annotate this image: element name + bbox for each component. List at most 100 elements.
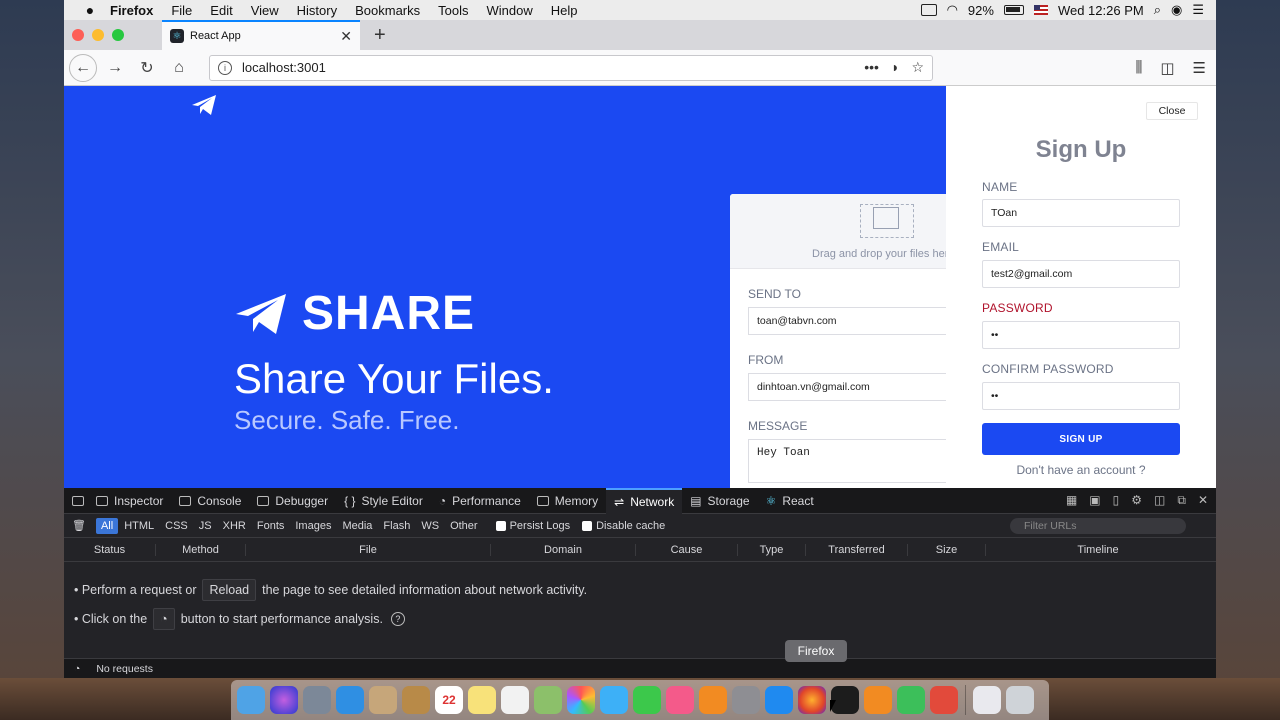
performance-analysis-icon[interactable]: ◔ bbox=[74, 663, 80, 675]
col-timeline[interactable]: Timeline bbox=[986, 544, 1210, 556]
col-cause[interactable]: Cause bbox=[636, 543, 738, 556]
persist-logs-checkbox[interactable]: Persist Logs bbox=[495, 520, 570, 532]
menu-help[interactable]: Help bbox=[542, 3, 587, 18]
dock-side-icon[interactable]: ◫ bbox=[1154, 493, 1165, 508]
menu-bookmarks[interactable]: Bookmarks bbox=[346, 3, 429, 18]
col-size[interactable]: Size bbox=[908, 543, 986, 556]
persist-logs-box[interactable] bbox=[495, 520, 506, 531]
input-source-flag-icon[interactable] bbox=[1033, 5, 1048, 15]
tab-inspector[interactable]: Inspector bbox=[88, 488, 171, 514]
filter-fonts[interactable]: Fonts bbox=[252, 518, 290, 534]
menu-history[interactable]: History bbox=[288, 3, 346, 18]
filter-media[interactable]: Media bbox=[337, 518, 377, 534]
tab-memory[interactable]: Memory bbox=[529, 488, 606, 514]
close-window-button[interactable] bbox=[72, 29, 84, 41]
url-text[interactable]: localhost:3001 bbox=[242, 60, 864, 75]
disable-cache-box[interactable] bbox=[582, 520, 593, 531]
col-domain[interactable]: Domain bbox=[491, 543, 636, 556]
forward-arrow-icon[interactable]: → bbox=[101, 54, 129, 82]
disable-cache-checkbox[interactable]: Disable cache bbox=[582, 520, 665, 532]
filter-images[interactable]: Images bbox=[290, 518, 336, 534]
preview-icon[interactable] bbox=[369, 686, 397, 714]
battery-icon[interactable] bbox=[1003, 5, 1024, 15]
element-picker-icon[interactable] bbox=[72, 495, 84, 506]
contacts-icon[interactable] bbox=[402, 686, 430, 714]
new-tab-icon[interactable]: + bbox=[374, 24, 386, 47]
siri-dock-icon[interactable] bbox=[270, 686, 298, 714]
menu-tools[interactable]: Tools bbox=[429, 3, 477, 18]
tab-style-editor[interactable]: { } Style Editor bbox=[336, 488, 431, 514]
home-icon[interactable]: ⌂ bbox=[165, 54, 193, 82]
col-status[interactable]: Status bbox=[64, 543, 156, 556]
menu-file[interactable]: File bbox=[162, 3, 201, 18]
hamburger-menu-icon[interactable]: ☰ bbox=[1193, 59, 1206, 77]
from-input[interactable]: dinhtoan.vn@gmail.com bbox=[748, 373, 946, 401]
site-info-icon[interactable]: i bbox=[218, 60, 232, 75]
launchpad-icon[interactable] bbox=[303, 686, 331, 714]
trash-icon[interactable] bbox=[1006, 686, 1034, 714]
bookmark-star-icon[interactable]: ☆ bbox=[911, 59, 924, 76]
frame-select-icon[interactable]: ▦ bbox=[1066, 493, 1077, 508]
filter-js[interactable]: JS bbox=[194, 518, 217, 534]
no-account-link[interactable]: Don't have an account ? bbox=[946, 463, 1216, 477]
minimize-window-button[interactable] bbox=[92, 29, 104, 41]
notification-center-icon[interactable]: ☰ bbox=[1192, 2, 1204, 18]
filter-ws[interactable]: WS bbox=[416, 518, 444, 534]
sidebar-icon[interactable]: ◫ bbox=[1160, 59, 1174, 77]
filter-css[interactable]: CSS bbox=[160, 518, 193, 534]
col-type[interactable]: Type bbox=[738, 543, 806, 556]
email-input[interactable]: test2@gmail.com bbox=[982, 260, 1180, 288]
filter-xhr[interactable]: XHR bbox=[218, 518, 251, 534]
menu-app-name[interactable]: Firefox bbox=[104, 3, 162, 18]
sketch-tool-icon[interactable] bbox=[930, 686, 958, 714]
zoom-window-button[interactable] bbox=[112, 29, 124, 41]
close-signup-button[interactable]: Close bbox=[1146, 102, 1198, 120]
message-textarea[interactable]: Hey Toan bbox=[748, 439, 946, 483]
browser-tab[interactable]: ⚛ React App ✕ bbox=[162, 20, 360, 50]
tab-storage[interactable]: ▤ Storage bbox=[682, 488, 757, 514]
filter-html[interactable]: HTML bbox=[119, 518, 159, 534]
reload-icon[interactable]: ↻ bbox=[133, 54, 161, 82]
settings-gear-icon[interactable]: ⚙ bbox=[1131, 493, 1142, 508]
ibooks-icon[interactable] bbox=[699, 686, 727, 714]
menu-clock[interactable]: Wed 12:26 PM bbox=[1058, 3, 1144, 18]
menu-edit[interactable]: Edit bbox=[201, 3, 241, 18]
url-bar[interactable]: i localhost:3001 ••• ◗ ☆ bbox=[209, 54, 933, 81]
separate-window-icon[interactable]: ⧉ bbox=[1177, 493, 1186, 508]
photos-icon[interactable] bbox=[567, 686, 595, 714]
help-icon[interactable]: ? bbox=[390, 612, 405, 626]
android-studio-icon[interactable] bbox=[897, 686, 925, 714]
col-method[interactable]: Method bbox=[156, 543, 246, 556]
screenshot-icon[interactable]: ▯ bbox=[1113, 493, 1120, 508]
messages-icon[interactable] bbox=[600, 686, 628, 714]
apple-menu-icon[interactable]: ● bbox=[76, 2, 104, 18]
clear-trash-icon[interactable]: 🗑 bbox=[72, 519, 86, 532]
close-tab-icon[interactable]: ✕ bbox=[340, 28, 352, 45]
performance-analysis-button[interactable]: ◔ bbox=[153, 608, 175, 630]
password-input[interactable]: •• bbox=[982, 321, 1180, 349]
menu-view[interactable]: View bbox=[242, 3, 288, 18]
safari-icon[interactable] bbox=[336, 686, 364, 714]
app-store-icon[interactable] bbox=[765, 686, 793, 714]
close-devtools-icon[interactable]: ✕ bbox=[1198, 493, 1208, 508]
menu-window[interactable]: Window bbox=[478, 3, 542, 18]
responsive-design-icon[interactable]: ▣ bbox=[1089, 493, 1100, 508]
reload-button[interactable]: Reload bbox=[202, 579, 257, 601]
tab-console[interactable]: Console bbox=[171, 488, 249, 514]
filter-all[interactable]: All bbox=[95, 517, 119, 534]
filter-urls-input[interactable]: Filter URLs bbox=[1010, 517, 1186, 534]
send-to-input[interactable]: toan@tabvn.com bbox=[748, 307, 946, 335]
itunes-icon[interactable] bbox=[666, 686, 694, 714]
sublime-text-icon[interactable] bbox=[864, 686, 892, 714]
file-dropzone[interactable]: Drag and drop your files here bbox=[730, 194, 946, 269]
page-actions-icon[interactable]: ••• bbox=[864, 59, 879, 76]
tab-debugger[interactable]: Debugger bbox=[249, 488, 336, 514]
facetime-icon[interactable] bbox=[633, 686, 661, 714]
paper-plane-logo-icon[interactable] bbox=[191, 94, 217, 116]
back-arrow-icon[interactable]: ← bbox=[69, 53, 97, 82]
maps-icon[interactable] bbox=[534, 686, 562, 714]
library-icon[interactable]: ⫼ bbox=[1135, 59, 1142, 77]
wifi-icon[interactable]: ◠ bbox=[947, 2, 958, 18]
confirm-password-input[interactable]: •• bbox=[982, 382, 1180, 410]
tab-network[interactable]: ⇌ Network bbox=[606, 487, 683, 514]
